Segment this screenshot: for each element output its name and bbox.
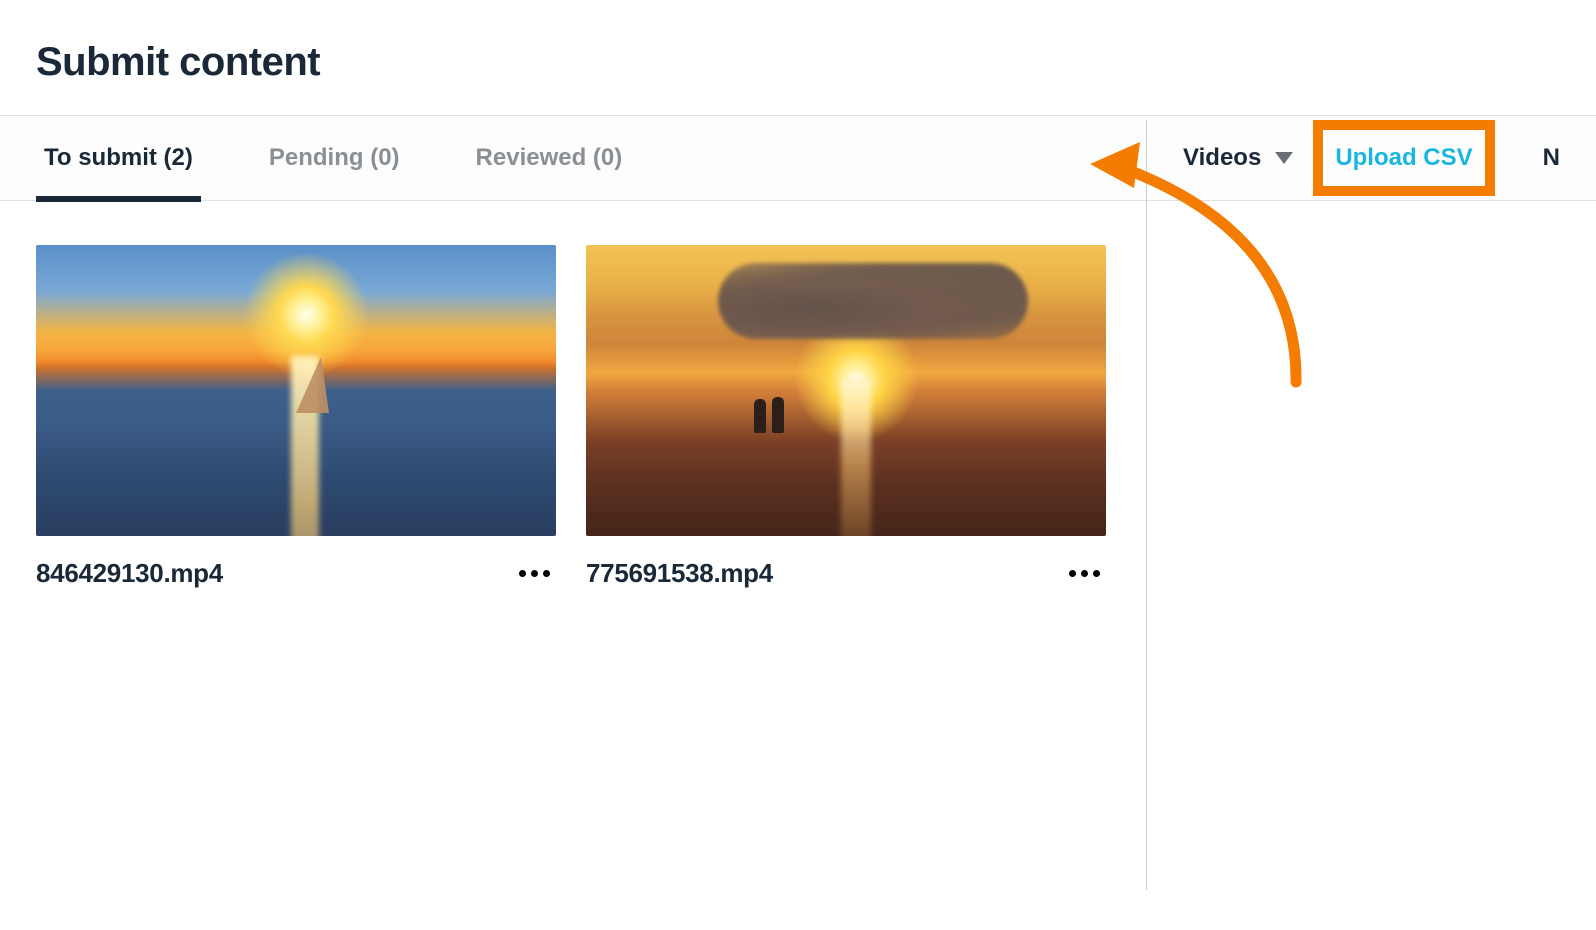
video-card[interactable]: 775691538.mp4 [586, 245, 1106, 589]
video-filename: 846429130.mp4 [36, 558, 223, 589]
truncated-text: N [1543, 144, 1560, 172]
card-footer: 846429130.mp4 [36, 536, 556, 589]
video-card[interactable]: 846429130.mp4 [36, 245, 556, 589]
video-thumbnail[interactable] [586, 245, 1106, 536]
card-footer: 775691538.mp4 [586, 536, 1106, 589]
tab-to-submit[interactable]: To submit (2) [36, 116, 201, 200]
filter-label: Videos [1183, 144, 1261, 172]
tabs-container: To submit (2) Pending (0) Reviewed (0) [36, 116, 630, 200]
toolbar-right: Videos Upload CSV N [1183, 128, 1560, 188]
tab-reviewed[interactable]: Reviewed (0) [468, 116, 631, 200]
filter-dropdown[interactable]: Videos [1183, 144, 1293, 172]
video-thumbnail[interactable] [36, 245, 556, 536]
vertical-divider [1146, 120, 1147, 890]
more-options-icon[interactable] [1063, 564, 1106, 583]
content-grid: 846429130.mp4 775691538.mp4 [0, 201, 1596, 633]
chevron-down-icon [1275, 152, 1293, 164]
upload-csv-label: Upload CSV [1335, 144, 1472, 171]
upload-csv-button[interactable]: Upload CSV [1321, 128, 1486, 188]
toolbar: To submit (2) Pending (0) Reviewed (0) V… [0, 115, 1596, 201]
page-title: Submit content [0, 0, 1596, 115]
more-options-icon[interactable] [513, 564, 556, 583]
video-filename: 775691538.mp4 [586, 558, 773, 589]
tab-pending[interactable]: Pending (0) [261, 116, 408, 200]
